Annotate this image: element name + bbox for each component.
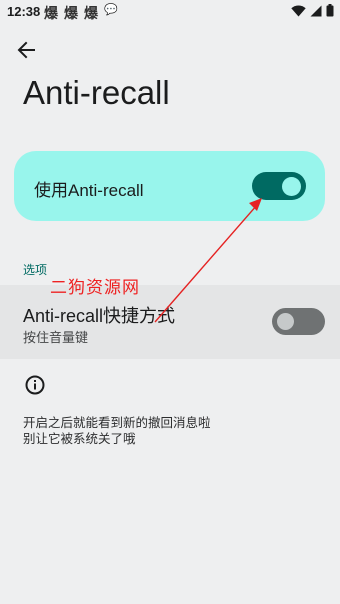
status-time: 12:38 xyxy=(7,4,41,19)
notification-app-icon: 爆 xyxy=(64,5,78,21)
main-toggle-switch[interactable] xyxy=(252,172,306,200)
info-icon xyxy=(24,374,46,396)
shortcut-title: Anti-recall快捷方式 xyxy=(23,306,176,326)
watermark-text: 二狗资源网 xyxy=(50,278,140,297)
status-bar: 12:38 爆 爆 爆 💬 xyxy=(0,0,340,24)
switch-thumb xyxy=(277,313,294,330)
wechat-icon: 💬 xyxy=(104,4,118,16)
signal-icon xyxy=(310,5,322,16)
notification-app-icon: 爆 xyxy=(44,5,58,21)
arrow-back-icon xyxy=(17,41,35,59)
notification-icons: 爆 爆 爆 💬 xyxy=(44,3,118,23)
battery-icon xyxy=(326,4,334,17)
notification-app-icon: 爆 xyxy=(84,5,98,21)
switch-thumb xyxy=(282,177,301,196)
main-toggle-label: 使用Anti-recall xyxy=(34,181,144,200)
shortcut-subtitle: 按住音量键 xyxy=(23,330,89,345)
page-title: Anti-recall xyxy=(23,74,170,111)
status-indicators xyxy=(291,4,334,17)
back-button[interactable] xyxy=(14,38,40,62)
info-description: 开启之后就能看到新的撤回消息啦 别让它被系统关了哦 xyxy=(23,416,211,446)
section-header: 选项 xyxy=(23,263,48,277)
main-toggle-card[interactable]: 使用Anti-recall xyxy=(14,151,325,221)
shortcut-toggle-switch[interactable] xyxy=(272,308,325,335)
wifi-icon xyxy=(291,5,306,16)
